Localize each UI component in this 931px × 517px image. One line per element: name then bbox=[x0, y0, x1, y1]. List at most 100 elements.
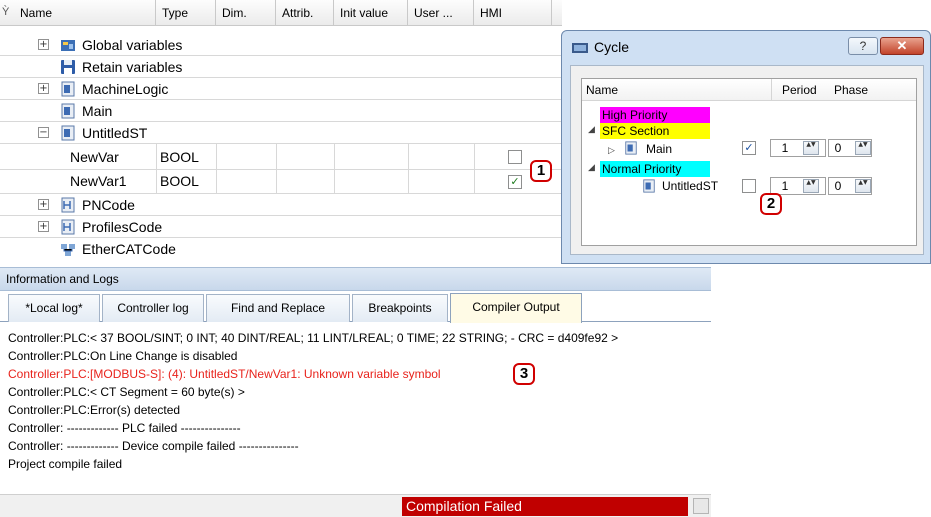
filter-icon[interactable]: Ỳ bbox=[2, 6, 9, 18]
variable-type[interactable]: BOOL bbox=[160, 170, 199, 192]
expand-icon[interactable]: + bbox=[38, 39, 49, 50]
col-user[interactable]: User ... bbox=[408, 0, 474, 26]
tree-row-ethercatcode[interactable]: EtherCATCode bbox=[0, 238, 562, 260]
tree-row-global-variables[interactable]: + Global variables bbox=[0, 34, 562, 56]
spin-arrows-icon[interactable]: ▲▼ bbox=[803, 141, 819, 155]
high-priority-row[interactable]: High Priority bbox=[600, 107, 710, 123]
ladder-program-icon bbox=[61, 197, 75, 213]
col-dim[interactable]: Dim. bbox=[216, 0, 276, 26]
phase-value[interactable]: 0 bbox=[829, 140, 847, 156]
cycle-tree: Name Period Phase High Priority ◢ SFC Se… bbox=[581, 78, 917, 246]
col-phase[interactable]: Phase bbox=[830, 79, 890, 101]
tree-row-label: Main bbox=[82, 103, 113, 119]
panel-title: Information and Logs bbox=[0, 267, 711, 291]
program-icon bbox=[61, 81, 75, 97]
status-bar: Compilation Failed bbox=[0, 494, 711, 517]
variable-row-newvar[interactable]: NewVar BOOL bbox=[0, 144, 562, 170]
untitledst-enable-checkbox[interactable] bbox=[742, 179, 756, 193]
spin-arrows-icon[interactable]: ▲▼ bbox=[803, 179, 819, 193]
tree-row-untitledst[interactable]: − UntitledST bbox=[0, 122, 562, 144]
col-type[interactable]: Type bbox=[156, 0, 216, 26]
sfc-section-row[interactable]: SFC Section bbox=[600, 123, 710, 139]
expand-triangle-icon[interactable]: ▷ bbox=[608, 146, 615, 156]
grid-header: Ỳ Name Type Dim. Attrib. Init value User… bbox=[0, 0, 562, 26]
log-line-error: Controller:PLC:[MODBUS-S]: (4): Untitled… bbox=[8, 363, 711, 385]
log-line: Controller: ------------- Device compile… bbox=[8, 439, 299, 453]
log-tabs: *Local log* Controller log Find and Repl… bbox=[0, 293, 711, 323]
callout-3: 3 bbox=[513, 363, 535, 385]
program-icon bbox=[61, 103, 75, 119]
tree-row-machinelogic[interactable]: + MachineLogic bbox=[0, 78, 562, 100]
global-variables-icon bbox=[61, 40, 75, 51]
program-icon bbox=[61, 125, 75, 141]
spin-arrows-icon[interactable]: ▲▼ bbox=[855, 179, 871, 193]
tree-row-label: UntitledST bbox=[82, 125, 148, 141]
expand-icon[interactable]: + bbox=[38, 221, 49, 232]
tree-row-main[interactable]: Main bbox=[0, 100, 562, 122]
col-init-value[interactable]: Init value bbox=[334, 0, 408, 26]
progress-icon[interactable] bbox=[693, 498, 709, 514]
cycle-dialog: Cycle ? ✕ Name Period Phase High Priorit… bbox=[561, 30, 931, 264]
tab-local-log[interactable]: *Local log* bbox=[8, 294, 100, 322]
log-line: Controller:PLC:< CT Segment = 60 byte(s)… bbox=[8, 385, 245, 399]
log-line: Project compile failed bbox=[8, 457, 123, 471]
variable-row-newvar1[interactable]: NewVar1 BOOL ✓ bbox=[0, 170, 562, 194]
hmi-checkbox[interactable] bbox=[508, 150, 522, 164]
dialog-body: Name Period Phase High Priority ◢ SFC Se… bbox=[570, 65, 924, 255]
period-value[interactable]: 1 bbox=[771, 140, 799, 156]
error-message: Controller:PLC:[MODBUS-S]: (4): Untitled… bbox=[8, 367, 441, 381]
col-name[interactable]: Name bbox=[582, 79, 772, 101]
col-hmi[interactable]: HMI bbox=[474, 0, 552, 26]
main-phase-spinner[interactable]: 0 ▲▼ bbox=[828, 139, 872, 157]
dialog-title: Cycle bbox=[594, 39, 630, 55]
information-logs-panel: Information and Logs *Local log* Control… bbox=[0, 267, 711, 517]
variables-grid: Ỳ Name Type Dim. Attrib. Init value User… bbox=[0, 0, 562, 262]
callout-1: 1 bbox=[530, 160, 552, 182]
untitledst-phase-spinner[interactable]: 0 ▲▼ bbox=[828, 177, 872, 195]
main-enable-checkbox[interactable]: ✓ bbox=[742, 141, 756, 155]
close-button[interactable]: ✕ bbox=[880, 37, 924, 55]
program-icon bbox=[625, 141, 637, 155]
normal-priority-row[interactable]: Normal Priority bbox=[600, 161, 710, 177]
period-value[interactable]: 1 bbox=[771, 178, 799, 194]
col-period[interactable]: Period bbox=[778, 79, 834, 101]
ethercat-icon bbox=[61, 244, 75, 256]
save-disk-icon bbox=[61, 60, 75, 74]
collapse-triangle-icon[interactable]: ◢ bbox=[588, 125, 595, 135]
collapse-triangle-icon[interactable]: ◢ bbox=[588, 163, 595, 173]
program-icon bbox=[643, 179, 655, 193]
variable-type[interactable]: BOOL bbox=[160, 146, 199, 168]
col-name[interactable]: Name bbox=[14, 0, 156, 26]
tree-row-profilescode[interactable]: + ProfilesCode bbox=[0, 216, 562, 238]
spin-arrows-icon[interactable]: ▲▼ bbox=[855, 141, 871, 155]
log-line: Controller:PLC:< 37 BOOL/SINT; 0 INT; 40… bbox=[8, 331, 619, 345]
tab-controller-log[interactable]: Controller log bbox=[102, 294, 204, 322]
variable-name[interactable]: NewVar1 bbox=[70, 170, 127, 192]
tab-breakpoints[interactable]: Breakpoints bbox=[352, 294, 448, 322]
help-button[interactable]: ? bbox=[848, 37, 878, 55]
tree-row-label: MachineLogic bbox=[82, 81, 169, 97]
expand-icon[interactable]: + bbox=[38, 199, 49, 210]
untitledst-period-spinner[interactable]: 1 ▲▼ bbox=[770, 177, 826, 195]
hmi-checkbox[interactable]: ✓ bbox=[508, 175, 522, 189]
tree-row-pncode[interactable]: + PNCode bbox=[0, 194, 562, 216]
expand-icon[interactable]: + bbox=[38, 83, 49, 94]
cycle-window-icon bbox=[572, 43, 588, 53]
compilation-status: Compilation Failed bbox=[402, 497, 688, 516]
task-main-label: Main bbox=[646, 142, 673, 156]
tree-row-label: ProfilesCode bbox=[82, 219, 163, 235]
tab-compiler-output[interactable]: Compiler Output bbox=[450, 293, 582, 323]
collapse-icon[interactable]: − bbox=[38, 127, 49, 138]
variable-name[interactable]: NewVar bbox=[70, 146, 119, 168]
main-period-spinner[interactable]: 1 ▲▼ bbox=[770, 139, 826, 157]
callout-2: 2 bbox=[760, 193, 782, 215]
cycle-tree-header: Name Period Phase bbox=[582, 79, 916, 101]
log-line: Controller:PLC:Error(s) detected bbox=[8, 403, 181, 417]
col-attrib[interactable]: Attrib. bbox=[276, 0, 334, 26]
ladder-program-icon bbox=[61, 219, 75, 235]
log-line: Controller: ------------- PLC failed ---… bbox=[8, 421, 241, 435]
tab-find-replace[interactable]: Find and Replace bbox=[206, 294, 350, 322]
phase-value[interactable]: 0 bbox=[829, 178, 847, 194]
task-untitledst-label: UntitledST bbox=[662, 179, 719, 193]
tree-row-retain-variables[interactable]: Retain variables bbox=[0, 56, 562, 78]
